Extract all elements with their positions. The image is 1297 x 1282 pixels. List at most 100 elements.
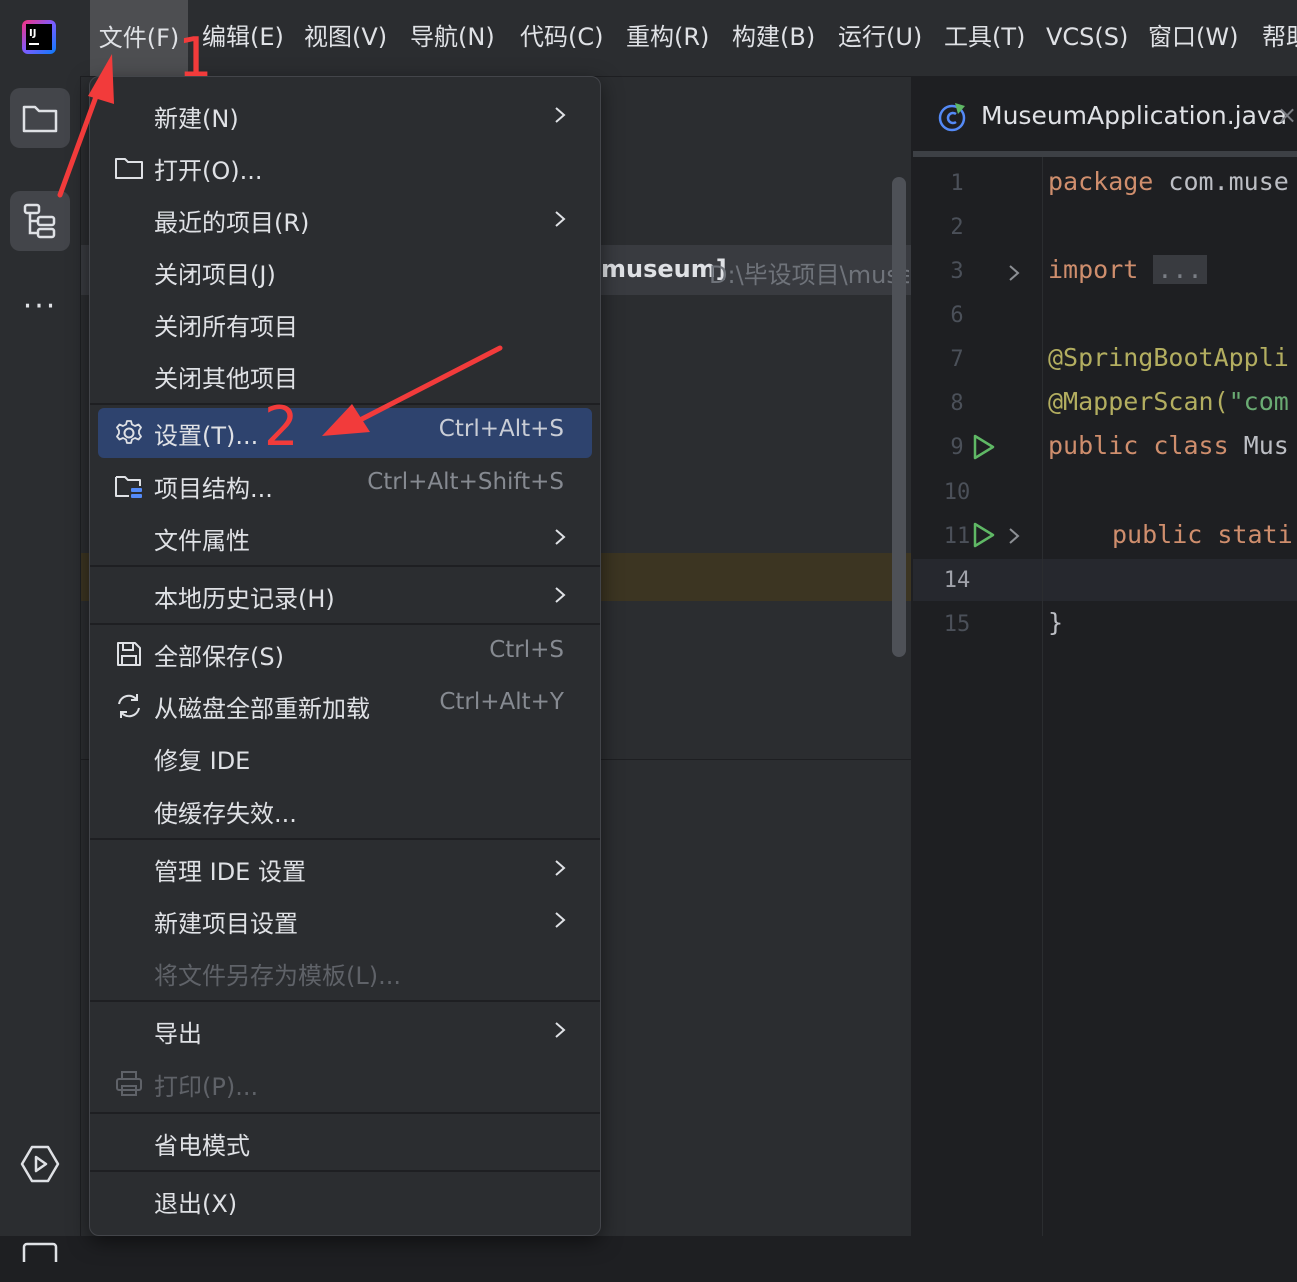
svg-text:IJ: IJ [29,28,36,39]
menu-item-invalidate-caches[interactable]: 使缓存失效... [98,786,592,836]
folded-imports[interactable]: ... [1153,255,1207,284]
run-icon [20,1145,60,1183]
menu-separator [90,623,600,625]
editor-tab-bar: MuseumApplication.java × [913,77,1297,157]
menu-item-save-all[interactable]: 全部保存(S) Ctrl+S [98,629,592,679]
menu-item-print: 打印(P)... [98,1059,592,1109]
menu-separator [90,565,600,567]
chevron-right-icon [555,860,566,876]
folder-icon [115,158,143,179]
menu-code[interactable]: 代码(C) [520,18,603,56]
more-tools-button[interactable]: ··· [10,276,70,336]
menu-item-project-structure[interactable]: 项目结构... Ctrl+Alt+Shift+S [98,461,592,511]
terminal-tool-button[interactable] [10,1222,70,1282]
menu-item-reload-all[interactable]: 从磁盘全部重新加载 Ctrl+Alt+Y [98,681,592,731]
menu-view[interactable]: 视图(V) [304,18,387,56]
menu-item-label: 退出(X) [154,1190,238,1218]
menu-item-shortcut: Ctrl+S [489,637,564,663]
code-line-3[interactable]: import ... [1048,255,1207,284]
project-tool-button[interactable] [10,88,70,148]
line-number: 1 [950,171,964,196]
menu-tools[interactable]: 工具(T) [944,18,1025,56]
refresh-icon [118,694,140,718]
code-text: Mus [1228,431,1289,460]
menu-item-label: 使缓存失效... [154,800,297,828]
menu-item-close-other-projects[interactable]: 关闭其他项目 [98,351,592,401]
project-scrollbar[interactable] [892,177,906,657]
line-number: 3 [950,259,964,284]
tab-underline [913,151,1297,157]
run-gutter-icon[interactable] [971,433,997,461]
line-number: 10 [943,480,971,505]
code-annotation: @MapperScan( [1048,387,1229,416]
menu-item-label: 关闭所有项目 [154,313,298,341]
run-gutter-icon[interactable] [971,521,997,549]
menu-build[interactable]: 构建(B) [732,18,815,56]
menu-item-label: 关闭项目(J) [154,261,276,289]
menu-refactor[interactable]: 重构(R) [626,18,709,56]
menu-separator [90,1112,600,1114]
menu-vcs[interactable]: VCS(S) [1046,18,1128,56]
menu-item-open[interactable]: 打开(O)... [98,143,592,193]
menu-item-settings[interactable]: 设置(T)... Ctrl+Alt+S [98,408,592,458]
code-editor: MuseumApplication.java × 1 2 3 6 7 8 9 1… [913,77,1297,1236]
code-line-11[interactable]: public stati [1112,520,1293,549]
menu-item-new-project-settings[interactable]: 新建项目设置 [98,896,592,946]
menu-navigate[interactable]: 导航(N) [410,18,495,56]
chevron-right-icon [555,587,566,603]
code-line-15[interactable]: } [1048,608,1063,637]
menu-item-new[interactable]: 新建(N) [98,91,592,141]
folder-icon [22,105,58,133]
fold-chevron-icon[interactable] [1007,263,1021,283]
menu-item-label: 打开(O)... [154,157,263,185]
menu-item-label: 将文件另存为模板(L)... [154,962,401,990]
code-keyword: public stati [1112,520,1293,549]
menu-window[interactable]: 窗口(W) [1148,18,1238,56]
menu-edit[interactable]: 编辑(E) [202,18,284,56]
menu-separator [90,1170,600,1172]
menu-item-file-properties[interactable]: 文件属性 [98,513,592,563]
structure-tool-button[interactable] [10,191,70,251]
close-icon[interactable]: × [1277,101,1297,129]
intellij-logo-icon: IJ [22,20,56,54]
code-line-9[interactable]: public class Mus [1048,431,1289,460]
project-root-name: museum] [601,255,727,283]
code-line-7[interactable]: @SpringBootAppli [1048,343,1289,372]
menu-item-label: 设置(T)... [154,422,259,450]
menu-file[interactable]: 文件(F) [90,0,188,76]
run-tool-button[interactable] [10,1134,70,1194]
chevron-right-icon [555,529,566,545]
menu-item-label: 省电模式 [154,1132,250,1160]
save-icon [117,642,141,666]
menu-item-power-save-mode[interactable]: 省电模式 [98,1118,592,1168]
tab-label: MuseumApplication.java [981,101,1288,130]
menu-item-manage-ide-settings[interactable]: 管理 IDE 设置 [98,844,592,894]
code-line-1[interactable]: package com.muse [1048,167,1289,196]
menu-item-local-history[interactable]: 本地历史记录(H) [98,571,592,621]
code-keyword: package [1048,167,1154,196]
tab-museum-application[interactable]: MuseumApplication.java × [913,77,1297,159]
file-menu-dropdown: 新建(N) 打开(O)... 最近的项目(R) 关闭项目(J) 关闭所有项目 关… [89,76,601,1236]
menu-item-label: 新建(N) [154,105,239,133]
menu-run[interactable]: 运行(U) [838,18,922,56]
menu-item-label: 导出 [154,1020,202,1048]
menu-item-close-project[interactable]: 关闭项目(J) [98,247,592,297]
line-number: 6 [950,303,964,328]
menu-item-close-all-projects[interactable]: 关闭所有项目 [98,299,592,349]
menu-item-exit[interactable]: 退出(X) [98,1176,592,1226]
line-number: 15 [943,612,971,637]
java-class-icon [938,103,966,132]
menu-help[interactable]: 帮助 [1262,18,1297,56]
menu-item-label: 全部保存(S) [154,643,284,671]
menu-item-recent-projects[interactable]: 最近的项目(R) [98,195,592,245]
menu-item-label: 打印(P)... [154,1073,259,1101]
code-line-8[interactable]: @MapperScan("com [1048,387,1289,416]
menu-item-export[interactable]: 导出 [98,1006,592,1056]
menu-item-label: 关闭其他项目 [154,365,298,393]
fold-chevron-icon[interactable] [1007,526,1021,546]
menu-item-label: 管理 IDE 设置 [154,858,306,886]
printer-icon [116,1071,142,1096]
code-keyword: public class [1048,431,1229,460]
menu-item-repair-ide[interactable]: 修复 IDE [98,733,592,783]
chevron-right-icon [555,211,566,227]
